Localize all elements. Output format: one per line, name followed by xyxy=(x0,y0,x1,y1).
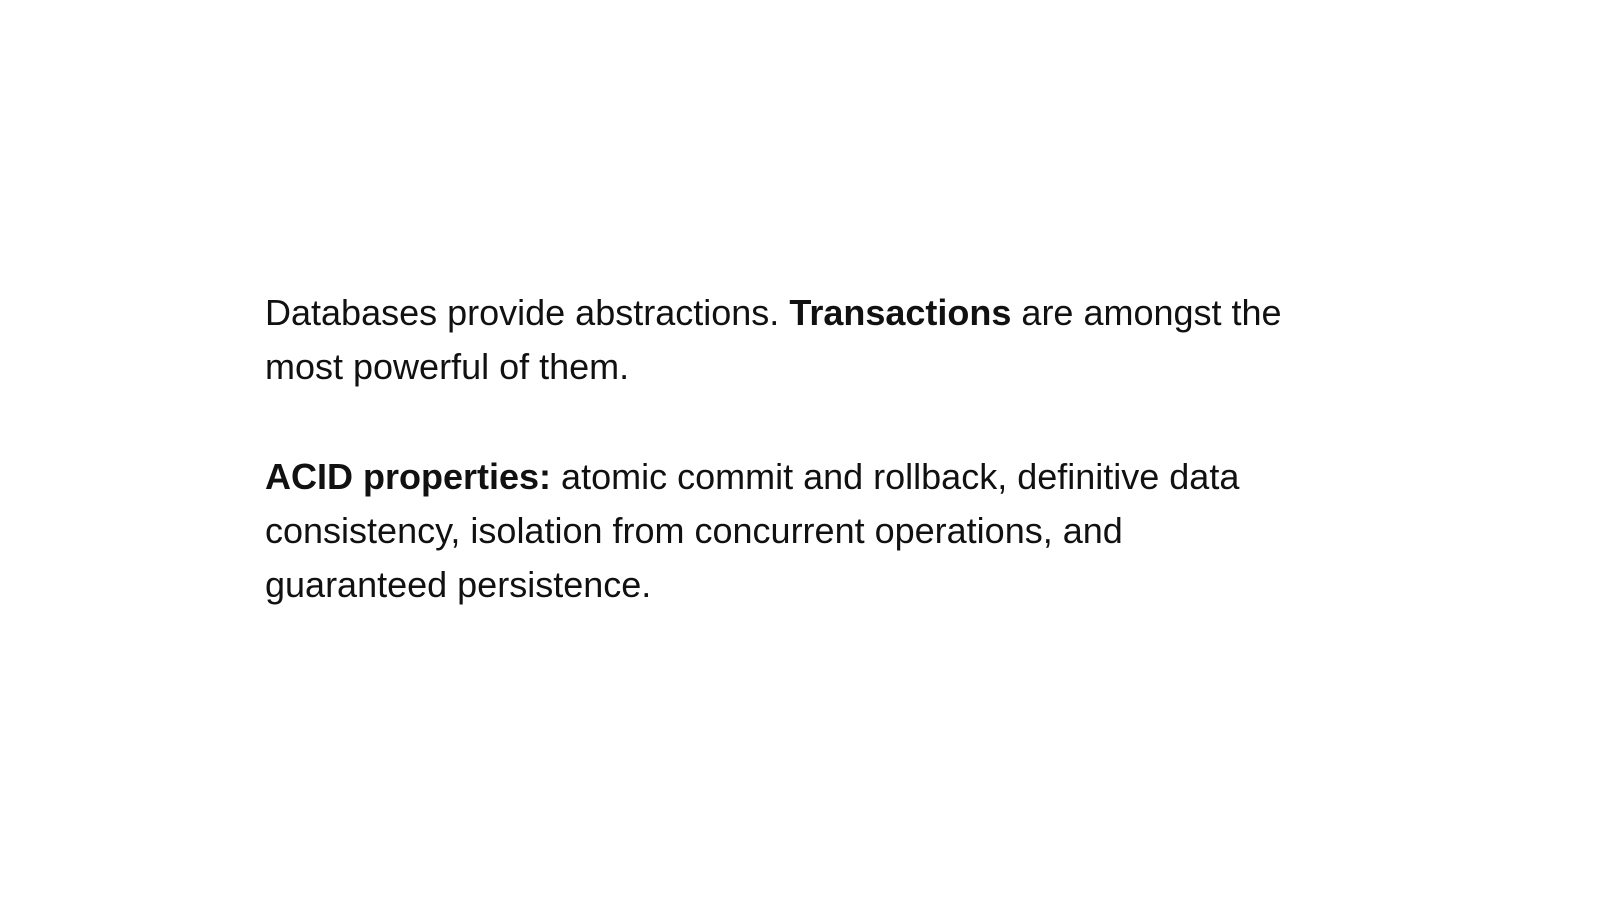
intro-text: Databases provide abstractions. xyxy=(265,292,780,333)
transactions-emphasis: Transactions xyxy=(789,292,1012,333)
slide-body: Databases provide abstractions. Transact… xyxy=(265,286,1365,612)
acid-paragraph: ACID properties: atomic commit and rollb… xyxy=(265,450,1365,612)
transactions-tail-line-2: most powerful of them. xyxy=(265,346,630,387)
acid-emphasis: ACID properties: xyxy=(265,456,552,497)
transactions-tail-line-1: are amongst the xyxy=(1021,292,1282,333)
acid-line-2: consistency, isolation from concurrent o… xyxy=(265,510,1123,551)
slide: Databases provide abstractions. Transact… xyxy=(0,0,1600,900)
acid-line-3: guaranteed persistence. xyxy=(265,564,652,605)
acid-line-1: atomic commit and rollback, definitive d… xyxy=(561,456,1240,497)
transactions-paragraph: Databases provide abstractions. Transact… xyxy=(265,286,1365,394)
